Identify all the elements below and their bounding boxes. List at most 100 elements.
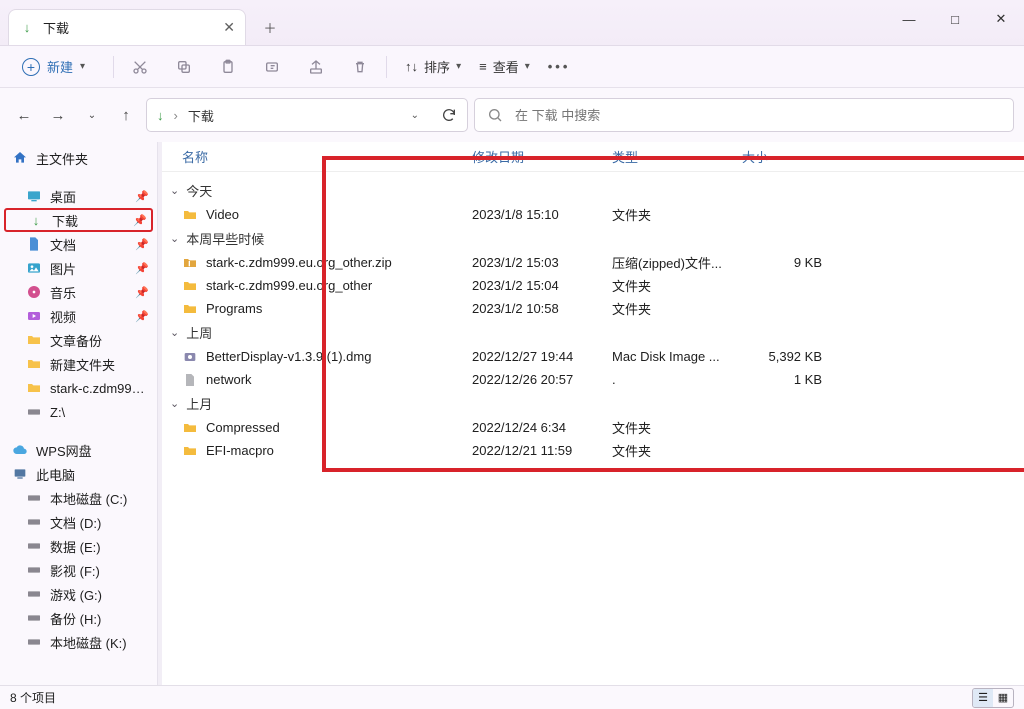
group-header[interactable]: ⌄上周 [162,320,1024,345]
item-count: 8 个项目 [10,689,56,706]
breadcrumb-label[interactable]: 下载 [188,106,214,125]
file-type: 文件夹 [612,276,742,295]
sidebar-drive-c[interactable]: 本地磁盘 (C:) [4,486,153,510]
sort-button[interactable]: ↑↓ 排序 ▾ [405,57,461,76]
sidebar-folder-newfolder[interactable]: 新建文件夹 [4,352,153,376]
col-type[interactable]: 类型 [612,147,742,166]
file-row[interactable]: BetterDisplay-v1.3.9 (1).dmg2022/12/27 1… [162,345,1024,368]
copy-icon[interactable] [176,59,192,75]
file-date: 2022/12/24 6:34 [472,420,612,435]
file-name: EFI-macpro [206,443,274,458]
sidebar-drive-g[interactable]: 游戏 (G:) [4,582,153,606]
file-row[interactable]: Programs2023/1/2 10:58文件夹 [162,297,1024,320]
search-bar[interactable] [474,98,1014,132]
toolbar-divider [386,56,387,78]
recent-button[interactable]: ⌄ [78,101,106,129]
sidebar-desktop[interactable]: 桌面 📌 [4,184,153,208]
folder-icon [182,278,198,294]
view-details-button[interactable]: ☰ [973,689,993,707]
group-header[interactable]: ⌄今天 [162,178,1024,203]
more-button[interactable]: ••• [548,59,571,74]
pin-icon: 📌 [133,214,147,227]
sidebar-pictures[interactable]: 图片 📌 [4,256,153,280]
drive-icon [26,514,42,530]
cut-icon[interactable] [132,59,148,75]
sidebar-folder-articles[interactable]: 文章备份 [4,328,153,352]
dmg-icon [182,349,198,365]
sidebar-folder-starkc[interactable]: stark-c.zdm999.e [4,376,153,400]
file-date: 2023/1/2 15:04 [472,278,612,293]
new-tab-button[interactable]: ＋ [252,9,288,45]
sidebar-drive-z[interactable]: Z:\ [4,400,153,424]
up-button[interactable]: ↑ [112,101,140,129]
toolbar-divider [113,56,114,78]
file-type: 文件夹 [612,205,742,224]
file-row[interactable]: network2022/12/26 20:57.1 KB [162,368,1024,391]
search-input[interactable] [513,107,1001,124]
sidebar-downloads[interactable]: ↓ 下载 📌 [4,208,153,232]
sidebar-documents[interactable]: 文档 📌 [4,232,153,256]
chevron-down-icon[interactable]: ⌄ [411,110,419,121]
file-row[interactable]: Video2023/1/8 15:10文件夹 [162,203,1024,226]
address-bar[interactable]: ↓ › 下载 ⌄ [146,98,468,132]
search-icon [487,107,503,123]
maximize-button[interactable]: □ [932,0,978,38]
home-icon [12,150,28,166]
file-row[interactable]: stark-c.zdm999.eu.org_other2023/1/2 15:0… [162,274,1024,297]
drive-icon [26,538,42,554]
sidebar-drive-e[interactable]: 数据 (E:) [4,534,153,558]
pin-icon: 📌 [135,238,149,251]
sort-icon: ↑↓ [405,59,418,74]
sidebar-label: 新建文件夹 [50,355,145,374]
file-type: 压缩(zipped)文件... [612,253,742,272]
group-header[interactable]: ⌄本周早些时候 [162,226,1024,251]
file-name: Programs [206,301,262,316]
tab-downloads[interactable]: ↓ 下载 ✕ [8,9,246,45]
minimize-button[interactable]: — [886,0,932,38]
pin-icon: 📌 [135,190,149,203]
sidebar-music[interactable]: 音乐 📌 [4,280,153,304]
sidebar-drive-d[interactable]: 文档 (D:) [4,510,153,534]
paste-icon[interactable] [220,59,236,75]
col-size[interactable]: 大小 [742,147,842,166]
close-button[interactable]: ✕ [978,0,1024,38]
new-button[interactable]: + 新建 ▾ [12,53,95,80]
file-name: network [206,372,252,387]
col-name[interactable]: 名称 [182,147,472,166]
sidebar-drive-f[interactable]: 影视 (F:) [4,558,153,582]
sidebar-label: 游戏 (G:) [50,585,145,604]
file-row[interactable]: stark-c.zdm999.eu.org_other.zip2023/1/2 … [162,251,1024,274]
chevron-down-icon: ▾ [525,61,530,72]
refresh-button[interactable] [441,107,457,123]
view-icons-button[interactable]: ▦ [993,689,1013,707]
folder-icon [182,207,198,223]
group-header[interactable]: ⌄上月 [162,391,1024,416]
rename-icon[interactable] [264,59,280,75]
pin-icon: 📌 [135,286,149,299]
forward-button[interactable]: → [44,101,72,129]
sidebar-home[interactable]: 主文件夹 [4,146,153,170]
group-label: 上周 [186,323,212,342]
sidebar-drive-k[interactable]: 本地磁盘 (K:) [4,630,153,654]
back-button[interactable]: ← [10,101,38,129]
sidebar-videos[interactable]: 视频 📌 [4,304,153,328]
sidebar-label: 文章备份 [50,331,145,350]
sidebar-label: 备份 (H:) [50,609,145,628]
sidebar-label: stark-c.zdm999.e [50,381,145,396]
file-row[interactable]: EFI-macpro2022/12/21 11:59文件夹 [162,439,1024,462]
file-date: 2022/12/21 11:59 [472,443,612,458]
folder-icon [26,332,42,348]
file-size: 5,392 KB [742,349,842,364]
sidebar-wps[interactable]: WPS网盘 [4,438,153,462]
sidebar-drive-h[interactable]: 备份 (H:) [4,606,153,630]
view-button[interactable]: ≡ 查看 ▾ [479,57,530,76]
delete-icon[interactable] [352,59,368,75]
sort-indicator-icon: ⌄ [530,151,538,162]
sidebar-label: 主文件夹 [36,149,145,168]
sidebar-thispc[interactable]: 此电脑 [4,462,153,486]
sidebar-label: Z:\ [50,405,145,420]
tab-close-button[interactable]: ✕ [223,19,235,36]
col-modified[interactable]: 修改日期⌄ [472,147,612,166]
share-icon[interactable] [308,59,324,75]
file-row[interactable]: Compressed2022/12/24 6:34文件夹 [162,416,1024,439]
